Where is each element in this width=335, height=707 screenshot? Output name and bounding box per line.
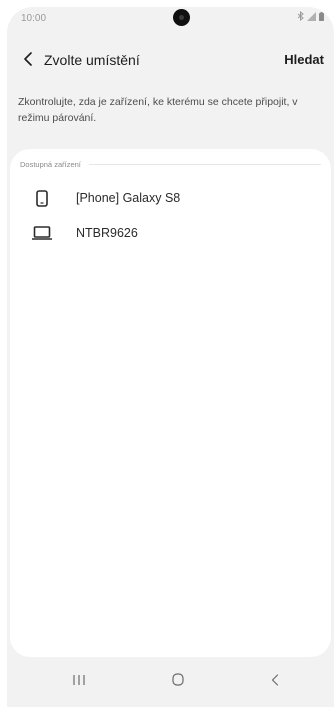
recent-apps-button[interactable] <box>65 669 93 695</box>
battery-icon <box>319 11 324 21</box>
recent-apps-icon <box>72 673 86 691</box>
signal-icon <box>307 11 316 21</box>
device-item-ntbr9626[interactable]: NTBR9626 <box>10 216 331 250</box>
phone-icon <box>30 186 54 210</box>
back-chevron-icon <box>23 51 33 71</box>
bluetooth-icon <box>297 11 304 21</box>
status-bar: 10:00 <box>7 7 334 33</box>
device-list: [Phone] Galaxy S8 NTBR9626 <box>10 169 331 289</box>
device-item-galaxy-s8[interactable]: [Phone] Galaxy S8 <box>10 181 331 215</box>
page-title: Zvolte umístění <box>44 52 140 68</box>
section-divider <box>88 164 321 165</box>
back-icon <box>271 673 279 691</box>
app-bar: Zvolte umístění Hledat <box>7 47 334 75</box>
front-camera <box>173 9 190 26</box>
navigation-bar <box>7 659 334 707</box>
search-button[interactable]: Hledat <box>284 52 324 67</box>
back-button[interactable] <box>17 49 39 73</box>
status-icons <box>297 11 324 21</box>
nav-back-button[interactable] <box>261 669 289 695</box>
section-title: Dostupná zařízení <box>20 160 81 169</box>
instruction-text: Zkontrolujte, zda je zařízení, ke kterém… <box>18 96 298 124</box>
home-icon <box>172 673 184 691</box>
laptop-icon <box>30 221 54 245</box>
device-label: [Phone] Galaxy S8 <box>76 191 181 205</box>
available-devices-card: Dostupná zařízení [Phone] Galaxy S8 NTBR… <box>10 149 331 657</box>
section-header: Dostupná zařízení <box>20 160 321 169</box>
phone-screen: 10:00 Zvolte umístění Hledat Zkontrolujt… <box>7 7 334 707</box>
status-time: 10:00 <box>21 13 47 24</box>
home-button[interactable] <box>164 669 192 695</box>
device-label: NTBR9626 <box>76 226 138 240</box>
